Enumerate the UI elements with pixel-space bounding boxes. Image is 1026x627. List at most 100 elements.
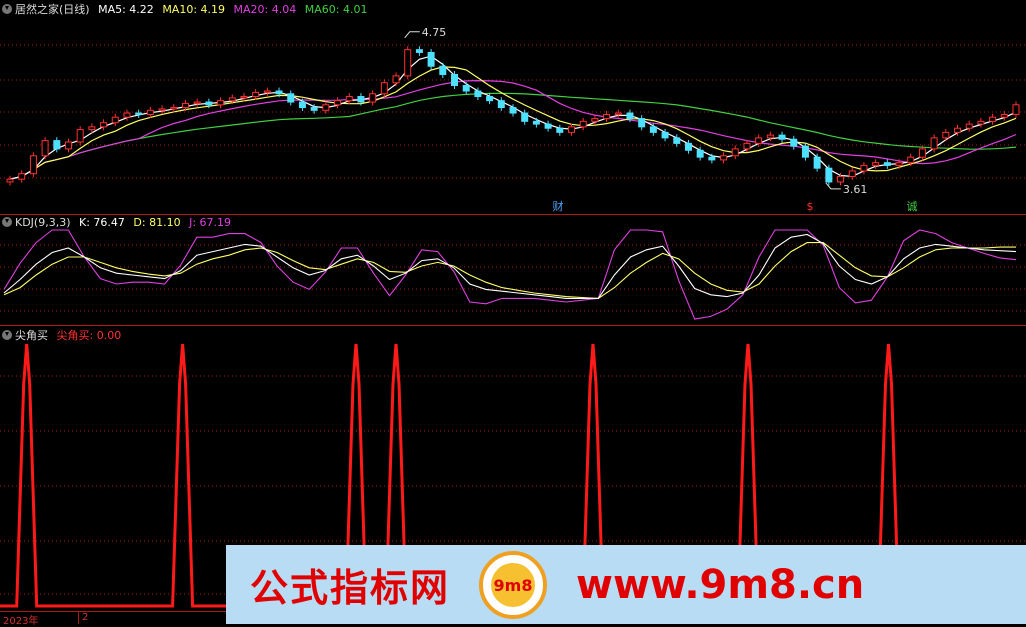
candle-body (743, 142, 751, 150)
candle-body (556, 127, 564, 133)
candle-body (544, 123, 552, 129)
candle-body (263, 90, 271, 93)
time-axis-year: 2023年 (3, 616, 39, 627)
kdj-name: KDJ(9,3,3) (15, 216, 71, 229)
stock-title: 居然之家(日线) (15, 3, 90, 16)
candle-body (731, 148, 739, 157)
candle-body (720, 155, 728, 161)
ma10-label: MA10: 4.19 (162, 3, 226, 16)
time-axis-month: 2 (82, 612, 89, 623)
candle-body (427, 51, 435, 67)
candle-body (205, 101, 213, 106)
watermark-banner: 公式指标网 9m8 www.9m8.cn (226, 545, 1026, 624)
ma5-label: MA5: 4.22 (98, 3, 154, 16)
candle-body (170, 107, 178, 110)
candle-body (567, 126, 575, 133)
event-label: $ (807, 200, 814, 213)
candle-body (907, 156, 915, 164)
candle-body (404, 49, 412, 77)
candle-body (146, 109, 154, 115)
candle-body (193, 101, 201, 104)
candle-body (298, 101, 306, 109)
candle-body (334, 100, 342, 106)
candle-body (158, 108, 166, 111)
candle-body (977, 120, 985, 125)
candle-body (790, 138, 798, 147)
candle-body (6, 178, 14, 183)
candle-body (614, 112, 622, 115)
candle-body (673, 137, 681, 144)
collapse-toggle-icon[interactable] (2, 217, 12, 227)
low-marker-label: 3.61 (843, 183, 868, 196)
candle-body (474, 90, 482, 98)
candle-body (837, 175, 845, 183)
candle-body (708, 156, 716, 161)
candle-body (1012, 104, 1020, 115)
candle-body (591, 118, 599, 122)
candle-body (778, 134, 786, 140)
kdj-j-label: J: 67.19 (189, 216, 232, 229)
price-legend: 居然之家(日线) MA5: 4.22 MA10: 4.19 MA20: 4.04… (2, 1, 372, 16)
candle-body (755, 137, 763, 144)
candle-body (240, 96, 248, 99)
candle-body (801, 145, 809, 158)
candle-body (181, 102, 189, 109)
spike-series-label: 尖角买: 0.00 (56, 329, 122, 342)
candle-body (521, 112, 529, 122)
candle-body (88, 126, 96, 131)
candle-body (813, 156, 821, 169)
candle-body (369, 93, 377, 103)
price-chart-svg: 4.75 3.61 财 $ 诚 (0, 26, 1026, 213)
candle-body (1000, 113, 1008, 118)
time-axis-tick (78, 612, 79, 624)
candle-body (392, 75, 400, 84)
candle-body (76, 129, 84, 143)
candle-body (509, 107, 517, 114)
candle-body (649, 126, 657, 133)
candle-body (989, 116, 997, 122)
candle-body (895, 162, 903, 166)
candle-body (111, 116, 119, 124)
candle-body (954, 127, 962, 133)
candle-body (322, 104, 330, 111)
candle-body (18, 173, 26, 180)
candle-body (29, 155, 37, 175)
candle-body (872, 162, 880, 166)
price-pane[interactable]: 4.75 3.61 财 $ 诚 居然之家(日线) MA5: 4.22 MA10: 4.1… (0, 0, 1026, 214)
candle-body (41, 140, 49, 157)
candle-body (930, 137, 938, 150)
candle-body (684, 142, 692, 151)
high-marker-label: 4.75 (422, 26, 447, 39)
spike-legend: 尖角买 尖角买: 0.00 (2, 327, 126, 342)
kdj-d-label: D: 81.10 (133, 216, 181, 229)
ma60-label: MA60: 4.01 (304, 3, 368, 16)
collapse-toggle-icon[interactable] (2, 4, 12, 14)
watermark-logo: 9m8 (478, 550, 548, 620)
candle-body (287, 93, 295, 103)
ma20-line (9, 79, 1017, 180)
kdj-pane[interactable]: KDJ(9,3,3) K: 76.47 D: 81.10 J: 67.19 (0, 215, 1026, 325)
kdj-legend: KDJ(9,3,3) K: 76.47 D: 81.10 J: 67.19 (2, 216, 236, 230)
candle-body (415, 49, 423, 53)
candle-body (661, 131, 669, 139)
candle-body (100, 122, 108, 128)
high-marker-arrow (404, 31, 420, 39)
candle-body (825, 167, 833, 183)
candle-body (486, 96, 494, 102)
candle-body (638, 118, 646, 128)
candle-body (766, 134, 774, 139)
watermark-url: www.9m8.cn (576, 561, 865, 608)
collapse-toggle-icon[interactable] (2, 330, 12, 340)
candle-body (228, 97, 236, 102)
candle-body (357, 96, 365, 103)
candle-body (532, 120, 540, 125)
event-label: 财 (553, 199, 564, 213)
watermark-title: 公式指标网 (250, 566, 451, 610)
candle-body (380, 82, 388, 95)
candle-body (918, 148, 926, 158)
candle-body (860, 164, 868, 172)
low-marker-arrow (825, 182, 841, 190)
spike-name: 尖角买 (15, 329, 48, 342)
candle-body (53, 140, 61, 150)
candle-body (696, 149, 704, 158)
